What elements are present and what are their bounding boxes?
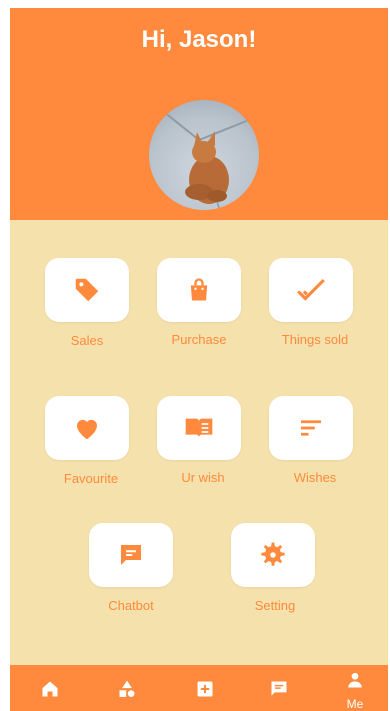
- greeting-title: Hi, Jason!: [141, 26, 257, 53]
- things-sold-button[interactable]: [269, 258, 353, 322]
- shopping-bag-icon: [190, 278, 208, 301]
- nav-home[interactable]: [30, 665, 70, 711]
- ur-wish-label: Ur wish: [181, 470, 225, 485]
- setting-button[interactable]: [231, 523, 315, 587]
- nav-categories[interactable]: [107, 665, 147, 711]
- chatbot-button[interactable]: [89, 523, 173, 587]
- sales-button[interactable]: [45, 258, 129, 322]
- add-box-icon: [197, 681, 213, 697]
- list-icon: [301, 420, 321, 436]
- home-icon: [42, 681, 58, 697]
- wishes-button[interactable]: [269, 396, 353, 460]
- purchase-label: Purchase: [171, 332, 227, 347]
- chat-icon: [121, 545, 141, 565]
- things-sold-label: Things sold: [281, 332, 349, 347]
- bottom-nav: Me: [10, 665, 388, 711]
- favourite-label: Favourite: [63, 471, 119, 486]
- nav-me-label: Me: [346, 697, 364, 711]
- app-screen: Hi, Jason! Sales Purchase Things sold Fa…: [10, 8, 388, 711]
- checkmark-icon: [297, 278, 325, 301]
- wishes-label: Wishes: [293, 470, 337, 485]
- tag-icon: [75, 278, 99, 302]
- heart-icon: [77, 419, 97, 440]
- ur-wish-button[interactable]: [157, 396, 241, 460]
- person-icon: [348, 672, 362, 688]
- chat-icon: [271, 681, 287, 696]
- nav-me[interactable]: Me: [335, 665, 375, 711]
- sales-label: Sales: [70, 333, 104, 348]
- avatar[interactable]: [149, 100, 259, 210]
- setting-label: Setting: [254, 598, 296, 613]
- favourite-button[interactable]: [45, 396, 129, 460]
- chatbot-label: Chatbot: [108, 598, 154, 613]
- profile-header: Hi, Jason!: [10, 8, 388, 220]
- gear-icon: [261, 542, 285, 566]
- nav-messages[interactable]: [259, 665, 299, 711]
- book-icon: [185, 418, 213, 438]
- purchase-button[interactable]: [157, 258, 241, 322]
- shapes-icon: [119, 680, 135, 697]
- nav-add[interactable]: [185, 665, 225, 711]
